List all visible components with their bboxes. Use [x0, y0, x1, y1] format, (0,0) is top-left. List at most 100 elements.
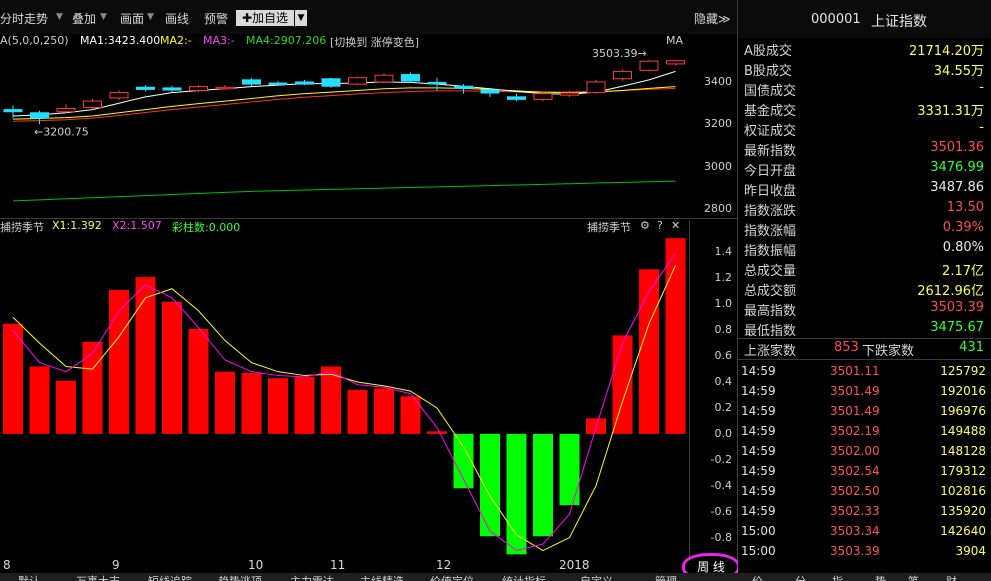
stat-row: 最新指数 3501.36: [738, 138, 991, 159]
candle-body: [3, 109, 23, 113]
stat-label: 指数涨幅: [744, 224, 797, 239]
candle-body: [321, 78, 341, 87]
timeshare-menu[interactable]: 分时走势: [0, 10, 48, 27]
tab-price[interactable]: 价: [752, 573, 763, 581]
stat-value: 21714.20万: [908, 44, 984, 59]
overlay-menu[interactable]: 叠加: [72, 10, 96, 27]
tab-manage[interactable]: 管理: [655, 573, 677, 581]
indicator-params: A(5,0,0,250): [0, 34, 69, 47]
y-tick: 1.2: [714, 271, 733, 285]
tick-time: 14:59: [741, 424, 776, 438]
hide-panel-button[interactable]: 隐藏≫: [694, 10, 731, 27]
tick-price: 3502.00: [830, 444, 880, 458]
tick-time: 15:00: [741, 524, 776, 538]
tab-index[interactable]: 指: [832, 573, 843, 581]
tab-item[interactable]: 短线追踪: [148, 573, 192, 581]
stat-label: A股成交: [744, 44, 792, 59]
gear-icon[interactable]: ⚙: [640, 219, 650, 232]
draw-line-button[interactable]: 画线: [165, 10, 189, 27]
candle-body: [56, 108, 76, 113]
tab-item[interactable]: 统计指标: [502, 573, 546, 581]
tick-price: 3502.33: [830, 504, 880, 518]
indicator-bar: [533, 433, 553, 537]
tab-trades[interactable]: 笔: [908, 573, 919, 581]
tick-vol: 149488: [940, 424, 986, 438]
tab-minute[interactable]: 分: [795, 573, 806, 581]
tick-row: 14:59 3502.00 148128: [738, 441, 991, 461]
stat-value: -: [979, 80, 984, 95]
indicator-legend: 捕捞季节 X1:1.392 X2:1.507 彩柱数:0.000 捕捞季节 ⚙ …: [0, 219, 690, 234]
chevron-down-icon[interactable]: ▼: [56, 12, 63, 22]
display-menu[interactable]: 画面: [120, 10, 144, 27]
help-icon[interactable]: ?: [657, 219, 663, 232]
tab-trend[interactable]: 势: [875, 573, 886, 581]
chevron-down-icon[interactable]: ▼: [295, 10, 307, 26]
indicator-bar: [665, 238, 686, 434]
stat-row: 基金成交 3331.31万: [738, 98, 991, 119]
tick-row: 14:59 3501.11 125792: [738, 361, 991, 381]
price-axis: 3400 3200 3000 2800: [690, 48, 736, 220]
alert-button[interactable]: 预警: [204, 10, 228, 27]
divider: [738, 359, 991, 360]
add-to-watchlist-button[interactable]: ✚加自选: [236, 10, 294, 26]
indicator-bar: [639, 269, 659, 434]
indicator-bar: [56, 380, 76, 434]
indicator-bar: [374, 388, 394, 434]
x-tick: 2018: [559, 558, 590, 572]
stat-row: B股成交 34.55万: [738, 58, 991, 79]
tick-row: 14:59 3501.49 196976: [738, 401, 991, 421]
y-tick: 3200: [704, 117, 732, 131]
stat-label: 最高指数: [744, 304, 797, 319]
pane-divider[interactable]: [0, 218, 738, 219]
candle-body: [613, 70, 632, 80]
stat-label: 昨日收盘: [744, 184, 797, 199]
indicator-bar: [427, 431, 447, 434]
tab-item[interactable]: 自定义: [580, 573, 613, 581]
tab-item[interactable]: 价值定位: [430, 573, 474, 581]
y-tick: 3000: [704, 159, 732, 173]
y-tick: 1.4: [714, 245, 733, 259]
axis-divider: [689, 220, 690, 557]
x-tick: 9: [112, 558, 120, 572]
close-icon[interactable]: ✕: [671, 219, 680, 232]
stat-row: 今日开盘 3476.99: [738, 158, 991, 179]
candle-body: [348, 77, 367, 85]
candle-body: [136, 86, 155, 90]
tick-vol: 192016: [940, 384, 986, 398]
tick-row: 14:59 3502.19 149488: [738, 421, 991, 441]
y-tick: 0.8: [714, 323, 733, 337]
y-tick: 0.2: [714, 400, 733, 414]
chevron-down-icon[interactable]: ▼: [100, 12, 107, 22]
stat-value: 3487.86: [930, 180, 984, 195]
stat-value: 2612.96亿: [917, 284, 984, 299]
stat-row: 总成交量 2.17亿: [738, 258, 991, 279]
indicator-chart: [3, 238, 686, 555]
y-tick: 0.0: [714, 426, 733, 440]
stat-value: -: [979, 120, 984, 135]
ma-tag: MA: [666, 34, 684, 47]
stat-row: 最低指数 3475.67: [738, 318, 991, 339]
tick-time: 14:59: [741, 504, 776, 518]
stat-value: 3503.39: [930, 300, 984, 315]
stat-label: 总成交额: [744, 284, 797, 299]
tab-item[interactable]: 万事大吉: [76, 573, 120, 581]
y-tick: -0.8: [710, 530, 732, 544]
ma2-value: MA2:-: [160, 34, 192, 47]
y-tick: 1.0: [714, 297, 733, 311]
up-count: 853: [834, 340, 859, 355]
stat-row: 总成交额 2612.96亿: [738, 278, 991, 299]
tab-default[interactable]: 默认: [18, 573, 40, 581]
chevron-down-icon[interactable]: ▼: [147, 12, 154, 22]
tick-row: 14:59 3502.50 102816: [738, 481, 991, 501]
tab-item[interactable]: 主线精选: [360, 573, 404, 581]
tab-finance[interactable]: 财: [946, 573, 957, 581]
tab-item[interactable]: 主力雷达: [290, 573, 334, 581]
indicator-bar: [347, 389, 368, 434]
tab-item[interactable]: 趋势逃顶: [218, 573, 262, 581]
y-tick: 3400: [704, 74, 732, 88]
indicator-bar: [135, 277, 156, 434]
tick-row: 15:00 3503.39 3904: [738, 541, 991, 561]
y-tick: -0.4: [710, 478, 732, 492]
stat-row: A股成交 21714.20万: [738, 38, 991, 59]
y-tick: 0.6: [714, 349, 733, 363]
